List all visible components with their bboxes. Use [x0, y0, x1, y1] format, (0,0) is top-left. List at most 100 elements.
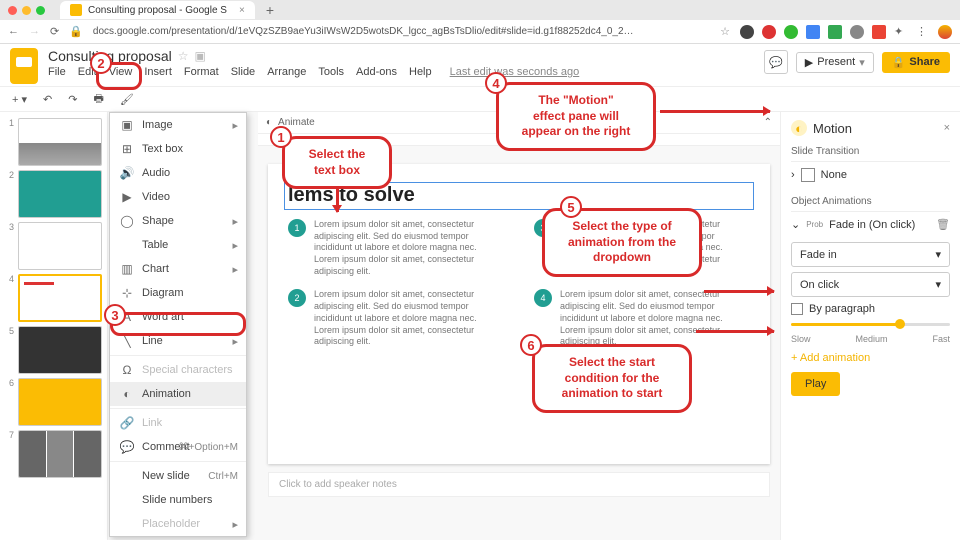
menu-item-image[interactable]: ▣Image▸ — [110, 113, 246, 137]
thumbnail-3[interactable] — [18, 222, 102, 270]
animation-item-row[interactable]: ⌄ Prob Fade in (On click) 🗑 — [791, 211, 950, 237]
annotation-callout-1: Select the text box — [282, 136, 392, 189]
url-text[interactable]: docs.google.com/presentation/d/1eVQzSZB9… — [93, 26, 710, 37]
menu-slide[interactable]: Slide — [231, 66, 255, 78]
print-button[interactable]: 🖶 — [89, 88, 107, 111]
collapse-icon[interactable]: ⌃ — [764, 117, 772, 128]
reload-button[interactable]: ⟳ — [50, 25, 59, 38]
slider-medium-label: Medium — [855, 334, 887, 344]
ext-icon[interactable]: ⋮ — [916, 25, 930, 39]
menu-item-new-slide[interactable]: New slideCtrl+M — [110, 464, 246, 488]
profile-avatar-icon[interactable] — [938, 25, 952, 39]
by-paragraph-checkbox[interactable]: By paragraph — [791, 303, 950, 315]
menu-item-diagram[interactable]: ⊹Diagram — [110, 281, 246, 305]
ext-icon[interactable] — [740, 25, 754, 39]
ext-icon[interactable] — [872, 25, 886, 39]
menu-tools[interactable]: Tools — [318, 66, 344, 78]
maximize-window-icon[interactable] — [36, 6, 45, 15]
new-slide-button[interactable]: + ▾ — [8, 91, 31, 108]
animation-start-dropdown[interactable]: On click▾ — [791, 272, 950, 297]
thumbnail-2[interactable] — [18, 170, 102, 218]
thumbnail-1[interactable] — [18, 118, 102, 166]
link-icon: 🔗 — [120, 416, 134, 430]
undo-button[interactable]: ↶ — [39, 91, 56, 108]
annotation-num-4: 4 — [485, 72, 507, 94]
lock-icon[interactable]: 🔒 — [69, 25, 83, 38]
chevron-down-icon: ▾ — [935, 278, 941, 291]
delete-animation-button[interactable]: 🗑 — [936, 218, 950, 231]
annotation-arrow — [696, 330, 774, 333]
ext-icon[interactable]: ✦ — [894, 25, 908, 39]
line-icon: ╲ — [120, 334, 134, 348]
annotation-num-5: 5 — [560, 196, 582, 218]
macos-titlebar: Consulting proposal - Google S × + — [0, 0, 960, 20]
comment-icon: 💬 — [120, 440, 134, 454]
ext-icon[interactable] — [850, 25, 864, 39]
menu-arrange[interactable]: Arrange — [267, 66, 306, 78]
insert-menu-dropdown: ▣Image▸ ⊞Text box 🔊Audio ▶Video ◯Shape▸ … — [109, 112, 247, 537]
ext-icon[interactable] — [806, 25, 820, 39]
close-panel-button[interactable]: × — [944, 122, 950, 134]
speaker-notes[interactable]: Click to add speaker notes — [268, 472, 770, 497]
menu-item-comment[interactable]: 💬Comment⌘+Option+M — [110, 435, 246, 459]
menu-item-audio[interactable]: 🔊Audio — [110, 161, 246, 185]
minimize-window-icon[interactable] — [22, 6, 31, 15]
menu-item-slide-numbers[interactable]: Slide numbers — [110, 488, 246, 512]
menu-item-wordart[interactable]: AWord art — [110, 305, 246, 329]
browser-tab[interactable]: Consulting proposal - Google S × — [60, 1, 255, 19]
menu-insert[interactable]: Insert — [144, 66, 172, 78]
menu-item-animation[interactable]: ◐Animation — [110, 382, 246, 406]
slide-transition-label: Slide Transition — [791, 146, 950, 157]
add-animation-button[interactable]: + Add animation — [791, 352, 950, 364]
comment-history-button[interactable]: 💬 — [764, 50, 788, 74]
menu-item-shape[interactable]: ◯Shape▸ — [110, 209, 246, 233]
menu-file[interactable]: File — [48, 66, 66, 78]
new-tab-button[interactable]: + — [266, 2, 274, 18]
star-icon[interactable]: ☆ — [720, 25, 730, 38]
forward-button[interactable]: → — [29, 25, 40, 38]
menu-view[interactable]: View — [109, 66, 133, 78]
share-button[interactable]: 🔒 Share — [882, 52, 950, 73]
present-button[interactable]: ▶ Present ▾ — [796, 52, 874, 73]
diagram-icon: ⊹ — [120, 286, 134, 300]
menu-item-special-chars: ΩSpecial characters — [110, 358, 246, 382]
menu-addons[interactable]: Add-ons — [356, 66, 397, 78]
paint-format-button[interactable]: 🖌 — [116, 91, 138, 108]
ext-icon[interactable] — [784, 25, 798, 39]
thumbnail-7[interactable] — [18, 430, 102, 478]
menu-item-line[interactable]: ╲Line▸ — [110, 329, 246, 353]
animation-type-dropdown[interactable]: Fade in▾ — [791, 242, 950, 267]
annotation-callout-5: Select the type ofanimation from thedrop… — [542, 208, 702, 277]
redo-button[interactable]: ↷ — [64, 91, 81, 108]
thumbnail-5[interactable] — [18, 326, 102, 374]
last-edit-link[interactable]: Last edit was seconds ago — [450, 66, 580, 78]
ext-icon[interactable] — [762, 25, 776, 39]
extensions: ✦ ⋮ — [740, 25, 952, 39]
slides-favicon-icon — [70, 4, 82, 16]
thumbnail-4[interactable] — [18, 274, 102, 322]
menu-item-chart[interactable]: ▥Chart▸ — [110, 257, 246, 281]
annotation-num-3: 3 — [104, 304, 126, 326]
transition-row[interactable]: › None — [791, 161, 950, 188]
annotation-arrow — [660, 110, 770, 113]
motion-toolbar-icon[interactable]: ◐ — [266, 117, 272, 128]
menu-help[interactable]: Help — [409, 66, 432, 78]
move-doc-icon[interactable]: ▣ — [195, 49, 206, 63]
menu-format[interactable]: Format — [184, 66, 219, 78]
menu-item-textbox[interactable]: ⊞Text box — [110, 137, 246, 161]
video-icon: ▶ — [120, 190, 134, 204]
close-window-icon[interactable] — [8, 6, 17, 15]
object-animations-label: Object Animations — [791, 196, 950, 207]
tab-close-icon[interactable]: × — [239, 5, 245, 16]
back-button[interactable]: ← — [8, 25, 19, 38]
thumbnail-6[interactable] — [18, 378, 102, 426]
star-doc-icon[interactable]: ☆ — [178, 49, 189, 63]
menu-item-video[interactable]: ▶Video — [110, 185, 246, 209]
annotation-arrow — [704, 290, 774, 293]
speed-slider[interactable] — [791, 323, 950, 326]
play-button[interactable]: Play — [791, 372, 840, 396]
slides-app-icon[interactable] — [10, 48, 38, 84]
ext-icon[interactable] — [828, 25, 842, 39]
transition-none: None — [821, 169, 847, 181]
menu-item-table[interactable]: Table▸ — [110, 233, 246, 257]
